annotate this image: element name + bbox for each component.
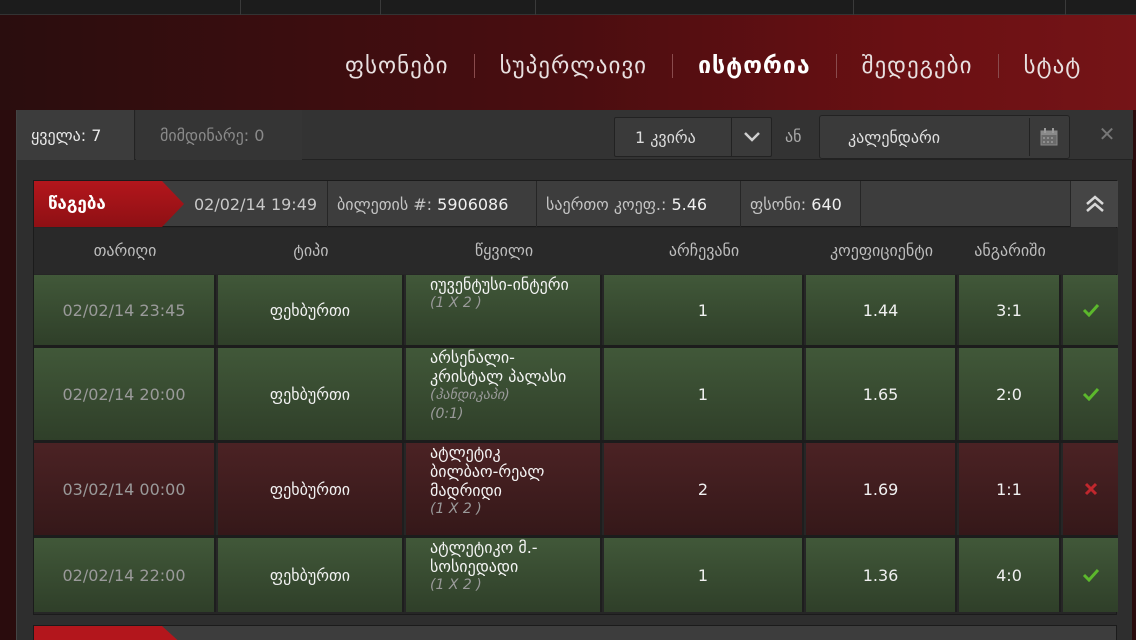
check-icon [1063, 538, 1118, 612]
table-row: 02/02/14 22:00 ფეხბურთი ატლეტიკო მ.- სოსიედ… [34, 538, 1118, 612]
filter-all-tab[interactable]: ყველა: 7 [17, 110, 135, 160]
event-name: იუვენტუსი-ინტერი [430, 275, 569, 294]
row-pick: 2 [604, 443, 804, 535]
col-pick: არჩევანი [668, 241, 740, 260]
calendar-icon[interactable] [1029, 118, 1067, 156]
period-select-value: 1 კვირა [635, 128, 696, 147]
row-date: 03/02/14 00:00 [34, 443, 216, 535]
nav-history[interactable]: ისტორია [698, 53, 811, 79]
row-date: 02/02/14 22:00 [34, 538, 216, 612]
nav-superlive[interactable]: სუპერლაივი [500, 53, 647, 79]
table-row: 02/02/14 20:00 ფეხბურთი არსენალი-კრისტალ პ… [34, 348, 1118, 440]
col-date: თარიღი [93, 241, 157, 260]
event-name: მადრიდი [430, 481, 502, 500]
row-date: 02/02/14 23:45 [34, 275, 216, 345]
or-label: ან [785, 127, 802, 146]
col-score: ანგარიში [974, 241, 1046, 260]
row-score: 1:1 [959, 443, 1061, 535]
col-type: ტიპი [293, 241, 329, 260]
row-type: ფეხბურთი [218, 443, 404, 535]
header: ფსონები სუპერლაივი ისტორია შედეგები სტატ [0, 15, 1136, 110]
history-panel: ყველა: 7 მიმდინარე: 0 1 კვირა ან კალენდა… [16, 110, 1133, 640]
chevron-up-icon[interactable] [1070, 181, 1118, 227]
ticket-number: ბილეთის #: 5906086 [337, 195, 509, 214]
row-pick: 1 [604, 538, 804, 612]
event-name: კრისტალ პალასი [430, 367, 567, 386]
nav-results[interactable]: შედეგები [862, 53, 973, 79]
row-event: ატლეტიკო მ.- სოსიედადი (1 X 2 ) [406, 538, 602, 612]
cross-icon [1063, 443, 1118, 535]
row-type: ფეხბურთი [218, 348, 404, 440]
row-odds: 1.44 [806, 275, 957, 345]
col-odds: კოეფიციენტი [829, 241, 933, 260]
total-odds: საერთო კოეფ.: 5.46 [546, 195, 708, 214]
col-event: წყვილი [474, 241, 534, 260]
market-type: (1 X 2 ) [430, 501, 482, 517]
nav-divider [997, 54, 999, 78]
row-odds: 1.69 [806, 443, 957, 535]
table-header: თარიღი ტიპი წყვილი არჩევანი კოეფიციენტი … [34, 228, 1118, 274]
calendar-field[interactable]: კალენდარი [819, 115, 1070, 159]
main-nav: ფსონები სუპერლაივი ისტორია შედეგები სტატ [345, 53, 1081, 79]
row-score: 3:1 [959, 275, 1061, 345]
row-pick: 1 [604, 348, 804, 440]
table-row: 03/02/14 00:00 ფეხბურთი ატლეტიკ ბილბაო-რეალ… [34, 443, 1118, 535]
row-date: 02/02/14 20:00 [34, 348, 216, 440]
next-ticket [33, 625, 1117, 640]
row-score: 4:0 [959, 538, 1061, 612]
market-type: (ჰანდიკაპი) [430, 387, 510, 403]
row-event: იუვენტუსი-ინტერი (1 X 2 ) [406, 275, 602, 345]
row-type: ფეხბურთი [218, 275, 404, 345]
stake: ფსონი: 640 [750, 195, 842, 214]
top-strip [0, 0, 1136, 15]
market-type: (1 X 2 ) [430, 295, 482, 311]
ticket-header: წაგება 02/02/14 19:49 ბილეთის #: 5906086… [34, 181, 1118, 227]
filter-bar: ყველა: 7 მიმდინარე: 0 1 კვირა ან კალენდა… [17, 110, 1133, 160]
calendar-field-label: კალენდარი [848, 128, 941, 147]
chevron-down-icon[interactable] [731, 118, 771, 156]
nav-divider [672, 54, 674, 78]
market-type: (0:1) [430, 406, 464, 422]
event-name: ატლეტიკო მ.- [430, 538, 538, 557]
check-icon [1063, 348, 1118, 440]
status-badge: წაგება [34, 181, 184, 227]
period-select[interactable]: 1 კვირა [614, 117, 772, 157]
row-odds: 1.36 [806, 538, 957, 612]
table-row: 02/02/14 23:45 ფეხბურთი იუვენტუსი-ინტერი (1… [34, 275, 1118, 345]
event-name: სოსიედადი [430, 557, 519, 576]
bet-ticket: წაგება 02/02/14 19:49 ბილეთის #: 5906086… [33, 180, 1118, 615]
row-score: 2:0 [959, 348, 1061, 440]
check-icon [1063, 275, 1118, 345]
row-event: არსენალი-კრისტალ პალასი (ჰანდიკაპი) (0:1) [406, 348, 602, 440]
filter-current-tab[interactable]: მიმდინარე: 0 [136, 110, 302, 160]
row-odds: 1.65 [806, 348, 957, 440]
event-name: ატლეტიკ [430, 443, 501, 462]
event-name: არსენალი- [430, 348, 515, 367]
ticket-date: 02/02/14 19:49 [194, 195, 318, 214]
nav-divider [473, 54, 475, 78]
market-type: (1 X 2 ) [430, 577, 482, 593]
close-icon[interactable]: ✕ [1095, 122, 1119, 146]
row-event: ატლეტიკ ბილბაო-რეალ მადრიდი (1 X 2 ) [406, 443, 602, 535]
nav-stats[interactable]: სტატ [1024, 53, 1082, 79]
nav-divider [835, 54, 837, 78]
row-type: ფეხბურთი [218, 538, 404, 612]
event-name: ბილბაო-რეალ [430, 462, 545, 481]
row-pick: 1 [604, 275, 804, 345]
nav-bets[interactable]: ფსონები [345, 53, 449, 79]
